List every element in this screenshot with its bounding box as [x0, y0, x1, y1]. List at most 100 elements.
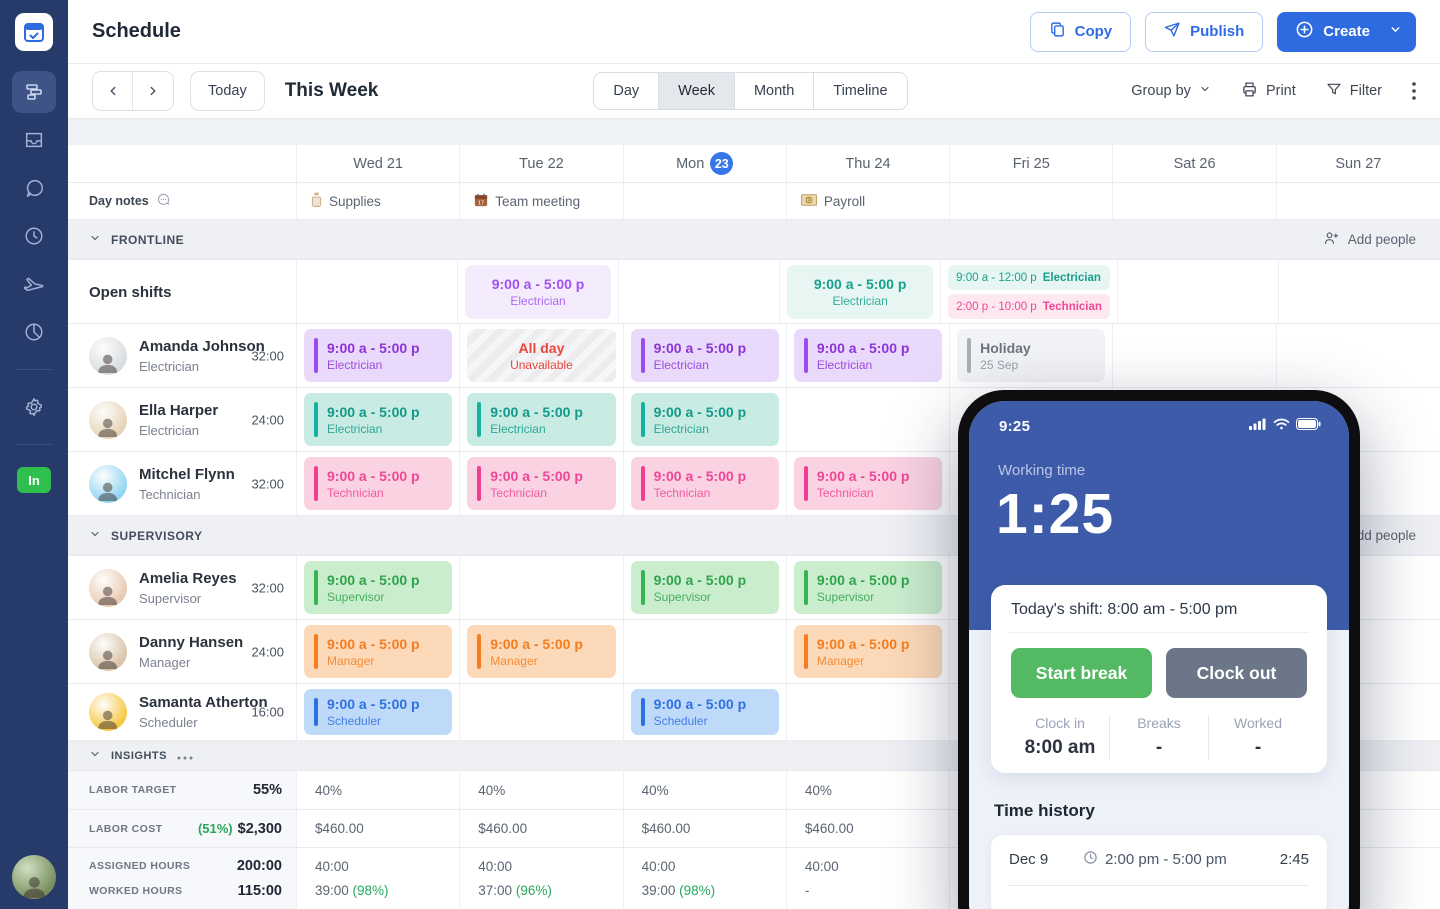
today-button[interactable]: Today: [190, 71, 265, 111]
tab-view-month[interactable]: Month: [735, 73, 814, 109]
schedule-cell[interactable]: [1113, 324, 1276, 387]
schedule-cell[interactable]: Holiday25 Sep: [950, 324, 1113, 387]
schedule-cell[interactable]: 9:00 a - 5:00 pElectrician: [458, 260, 619, 324]
shift-card[interactable]: Holiday25 Sep: [957, 329, 1105, 382]
app-logo-icon[interactable]: [15, 13, 53, 51]
day-notes-label[interactable]: Day notes: [68, 183, 297, 219]
user-avatar[interactable]: [12, 855, 56, 899]
chevron-down-icon[interactable]: [1389, 23, 1402, 40]
publish-button[interactable]: Publish: [1145, 12, 1263, 52]
shift-card[interactable]: All dayUnavailable: [467, 329, 615, 382]
shift-card[interactable]: 2:00 p - 10:00 pTechnician: [948, 294, 1110, 319]
schedule-cell[interactable]: 9:00 a - 5:00 pSupervisor: [787, 556, 950, 619]
employee-avatar[interactable]: [89, 337, 127, 375]
schedule-cell[interactable]: 9:00 a - 5:00 pSupervisor: [624, 556, 787, 619]
shift-card[interactable]: 9:00 a - 5:00 pTechnician: [631, 457, 779, 510]
shift-card[interactable]: 9:00 a - 5:00 pManager: [467, 625, 615, 678]
shift-card[interactable]: 9:00 a - 5:00 pManager: [304, 625, 452, 678]
day-note-cell[interactable]: [1113, 183, 1276, 219]
shift-card[interactable]: 9:00 a - 5:00 pScheduler: [304, 689, 452, 735]
clocked-in-badge[interactable]: In: [17, 467, 51, 493]
employee-avatar[interactable]: [89, 693, 127, 731]
schedule-cell[interactable]: 9:00 a - 5:00 pElectrician: [787, 324, 950, 387]
schedule-cell[interactable]: 9:00 a - 5:00 pElectrician: [297, 388, 460, 451]
schedule-cell[interactable]: 9:00 a - 5:00 pTechnician: [460, 452, 623, 515]
shift-card[interactable]: 9:00 a - 5:00 pTechnician: [304, 457, 452, 510]
day-note-cell[interactable]: [950, 183, 1113, 219]
sidebar-item-time-clock[interactable]: [12, 215, 56, 257]
shift-card[interactable]: 9:00 a - 5:00 pElectrician: [631, 329, 779, 382]
shift-card[interactable]: 9:00 a - 5:00 pSupervisor: [794, 561, 942, 614]
sidebar-item-chat[interactable]: [12, 167, 56, 209]
schedule-cell[interactable]: [1118, 260, 1279, 324]
group-by-button[interactable]: Group by: [1131, 83, 1211, 99]
day-note-cell[interactable]: ¥Payroll: [787, 183, 950, 219]
day-note-cell[interactable]: Supplies: [297, 183, 460, 219]
schedule-cell[interactable]: [624, 620, 787, 683]
schedule-cell[interactable]: 9:00 a - 5:00 pScheduler: [297, 684, 460, 740]
time-history-row[interactable]: Dec 9 2:00 pm - 5:00 pm 2:45: [1009, 850, 1309, 886]
shift-card[interactable]: 9:00 a - 5:00 pTechnician: [467, 457, 615, 510]
shift-card[interactable]: 9:00 a - 12:00 pElectrician: [948, 265, 1110, 290]
day-note-cell[interactable]: [624, 183, 787, 219]
create-button[interactable]: Create: [1277, 12, 1416, 52]
schedule-cell[interactable]: [1277, 324, 1440, 387]
copy-button[interactable]: Copy: [1030, 12, 1132, 52]
schedule-cell[interactable]: 9:00 a - 12:00 pElectrician 2:00 p - 10:0…: [941, 260, 1118, 324]
filter-button[interactable]: Filter: [1326, 81, 1382, 101]
tab-view-day[interactable]: Day: [594, 73, 659, 109]
employee-avatar[interactable]: [89, 465, 127, 503]
shift-card[interactable]: 9:00 a - 5:00 pElectrician: [465, 265, 611, 319]
section-collapse-chevron-icon[interactable]: [89, 747, 101, 765]
next-week-button[interactable]: [133, 72, 173, 110]
section-collapse-chevron-icon[interactable]: [89, 231, 101, 249]
sidebar-item-inbox[interactable]: [12, 119, 56, 161]
sidebar-item-settings[interactable]: [12, 386, 56, 428]
schedule-cell[interactable]: 9:00 a - 5:00 pElectrician: [624, 324, 787, 387]
schedule-cell[interactable]: 9:00 a - 5:00 pTechnician: [297, 452, 460, 515]
schedule-cell[interactable]: 9:00 a - 5:00 pTechnician: [624, 452, 787, 515]
day-note-cell[interactable]: [1277, 183, 1440, 219]
schedule-cell[interactable]: 9:00 a - 5:00 pManager: [460, 620, 623, 683]
shift-card[interactable]: 9:00 a - 5:00 pElectrician: [787, 265, 933, 319]
shift-card[interactable]: 9:00 a - 5:00 pTechnician: [794, 457, 942, 510]
more-options-button[interactable]: [1412, 82, 1416, 100]
employee-avatar[interactable]: [89, 569, 127, 607]
sidebar-item-time-off[interactable]: [12, 263, 56, 305]
schedule-cell[interactable]: 9:00 a - 5:00 pElectrician: [460, 388, 623, 451]
schedule-cell[interactable]: 9:00 a - 5:00 pElectrician: [780, 260, 941, 324]
print-button[interactable]: Print: [1241, 81, 1296, 102]
schedule-cell[interactable]: [460, 684, 623, 740]
tab-view-week[interactable]: Week: [659, 73, 735, 109]
schedule-cell[interactable]: All dayUnavailable: [460, 324, 623, 387]
shift-card[interactable]: 9:00 a - 5:00 pManager: [794, 625, 942, 678]
section-collapse-chevron-icon[interactable]: [89, 527, 101, 545]
schedule-cell[interactable]: [460, 556, 623, 619]
day-header[interactable]: Thu 24: [787, 145, 950, 182]
schedule-cell[interactable]: 9:00 a - 5:00 pTechnician: [787, 452, 950, 515]
shift-card[interactable]: 9:00 a - 5:00 pElectrician: [304, 329, 452, 382]
day-header[interactable]: Sun 27: [1277, 145, 1440, 182]
schedule-cell[interactable]: 9:00 a - 5:00 pManager: [787, 620, 950, 683]
start-break-button[interactable]: Start break: [1011, 648, 1152, 698]
employee-avatar[interactable]: [89, 401, 127, 439]
shift-card[interactable]: 9:00 a - 5:00 pScheduler: [631, 689, 779, 735]
shift-card[interactable]: 9:00 a - 5:00 pElectrician: [631, 393, 779, 446]
day-header[interactable]: Wed 21: [297, 145, 460, 182]
schedule-cell[interactable]: 9:00 a - 5:00 pElectrician: [297, 324, 460, 387]
sidebar-item-reports[interactable]: [12, 311, 56, 353]
schedule-cell[interactable]: [787, 684, 950, 740]
prev-week-button[interactable]: [93, 72, 133, 110]
employee-avatar[interactable]: [89, 633, 127, 671]
schedule-cell[interactable]: 9:00 a - 5:00 pScheduler: [624, 684, 787, 740]
tab-view-timeline[interactable]: Timeline: [814, 73, 906, 109]
schedule-cell[interactable]: [787, 388, 950, 451]
insights-more-icon[interactable]: [177, 748, 193, 763]
shift-card[interactable]: 9:00 a - 5:00 pElectrician: [794, 329, 942, 382]
day-header[interactable]: Sat 26: [1113, 145, 1276, 182]
shift-card[interactable]: 9:00 a - 5:00 pElectrician: [467, 393, 615, 446]
schedule-cell[interactable]: [1279, 260, 1440, 324]
shift-card[interactable]: 9:00 a - 5:00 pSupervisor: [631, 561, 779, 614]
add-people-button[interactable]: Add people: [1323, 230, 1416, 249]
shift-card[interactable]: 9:00 a - 5:00 pSupervisor: [304, 561, 452, 614]
